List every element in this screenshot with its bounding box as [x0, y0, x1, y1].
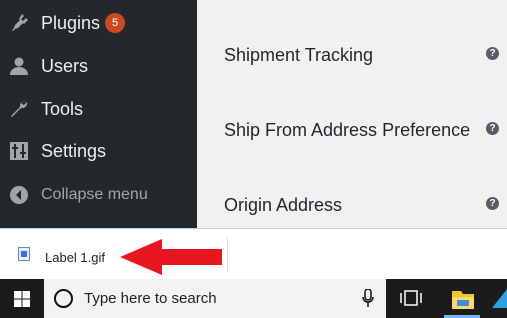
windows-start-icon: [14, 290, 30, 307]
sidebar-item-label: Settings: [41, 140, 107, 161]
sidebar-item-tools[interactable]: Tools: [0, 89, 197, 129]
taskbar-app-icon[interactable]: [492, 289, 507, 308]
sidebar-item-label: Plugins: [41, 12, 101, 33]
file-explorer-icon[interactable]: [450, 285, 476, 313]
sidebar-item-label: Collapse menu: [41, 186, 148, 203]
setting-label-origin-address: Origin Address: [224, 195, 343, 215]
download-file-name: Label 1.gif: [45, 250, 105, 265]
help-icon[interactable]: ?: [486, 122, 499, 135]
plugin-icon: [8, 12, 30, 34]
help-icon[interactable]: ?: [486, 197, 499, 210]
collapse-menu-button[interactable]: Collapse menu: [0, 175, 197, 215]
sidebar-item-label: Users: [41, 55, 89, 76]
setting-label-ship-from-address: Ship From Address Preference: [224, 120, 471, 140]
sidebar-item-plugins[interactable]: Plugins 5: [0, 3, 197, 43]
gif-file-icon: [18, 247, 30, 261]
help-icon[interactable]: ?: [486, 47, 499, 60]
downloads-bar: Label 1.gif: [0, 228, 507, 279]
task-view-icon[interactable]: [400, 289, 422, 307]
sidebar-item-users[interactable]: Users: [0, 46, 197, 86]
sidebar-item-settings[interactable]: Settings: [0, 131, 197, 171]
collapse-arrow-icon: [8, 184, 30, 206]
red-arrow-annotation: [120, 239, 222, 275]
wrench-icon: [8, 98, 30, 120]
users-icon: [8, 55, 30, 77]
microphone-icon[interactable]: [362, 289, 374, 308]
search-input[interactable]: Type here to search: [84, 290, 217, 307]
settings-content: Shipment Tracking ? Ship From Address Pr…: [197, 0, 507, 228]
screen: Plugins 5 Users Tools Settings Collapse …: [0, 0, 507, 318]
taskbar: Type here to search: [0, 279, 507, 318]
settings-sliders-icon: [8, 140, 30, 162]
taskbar-search-box[interactable]: Type here to search: [44, 279, 386, 318]
plugin-update-count-badge: 5: [105, 13, 125, 33]
cortana-search-icon: [54, 289, 73, 308]
admin-sidebar: Plugins 5 Users Tools Settings Collapse …: [0, 0, 197, 228]
sidebar-item-label: Tools: [41, 98, 84, 119]
divider: [227, 237, 228, 271]
start-button[interactable]: [0, 279, 44, 318]
setting-label-shipment-tracking: Shipment Tracking: [224, 45, 374, 65]
